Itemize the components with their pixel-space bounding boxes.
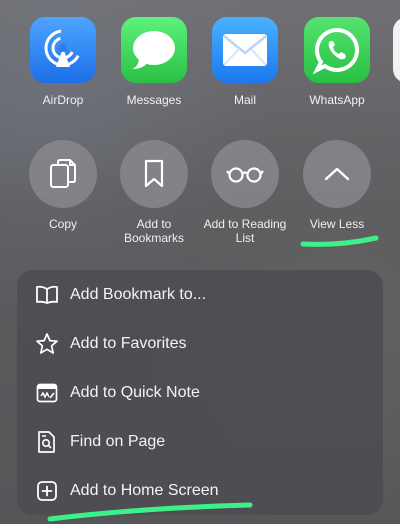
share-targets-row: AirDrop Messages Mail WhatsApp <box>0 0 400 120</box>
menu-item-add-to-favorites[interactable]: Add to Favorites <box>17 319 383 368</box>
action-add-to-bookmarks[interactable]: Add to Bookmarks <box>109 140 199 245</box>
share-target-label: WhatsApp <box>309 93 365 107</box>
menu-item-add-bookmark-to[interactable]: Add Bookmark to... <box>17 270 383 319</box>
action-label: Add to Reading List <box>203 217 287 245</box>
menu-item-add-to-quick-note[interactable]: Add to Quick Note <box>17 368 383 417</box>
copy-button[interactable] <box>29 140 97 208</box>
glasses-icon <box>226 167 264 183</box>
find-on-page-icon <box>35 430 59 454</box>
airdrop-icon <box>30 17 96 83</box>
actions-row: Copy Add to Bookmarks Add to Reading Lis… <box>0 140 400 260</box>
share-target-label: AirDrop <box>42 93 84 107</box>
action-label: Copy <box>48 217 77 231</box>
messages-icon <box>121 17 187 83</box>
star-icon <box>35 332 59 356</box>
view-less-button[interactable] <box>303 140 371 208</box>
action-copy[interactable]: Copy <box>18 140 108 231</box>
bookmark-icon <box>144 159 164 188</box>
action-label: Add to Bookmarks <box>123 217 185 245</box>
plus-square-icon <box>35 479 59 503</box>
quick-note-icon <box>35 381 59 405</box>
book-open-icon <box>35 283 59 307</box>
action-label: View Less <box>309 217 365 231</box>
menu-item-label: Find on Page <box>70 432 166 450</box>
next-app-icon-peek[interactable] <box>393 17 400 83</box>
share-target-label: Mail <box>233 93 256 107</box>
add-to-reading-list-button[interactable] <box>211 140 279 208</box>
mail-icon <box>212 17 278 83</box>
share-target-mail[interactable]: Mail <box>212 17 278 107</box>
menu-item-label: Add to Home Screen <box>70 481 219 499</box>
menu-item-label: Add Bookmark to... <box>70 285 207 303</box>
menu-item-add-to-home-screen[interactable]: Add to Home Screen <box>17 466 383 515</box>
actions-menu: Add Bookmark to... Add to Favorites Add … <box>17 270 383 515</box>
add-to-bookmarks-button[interactable] <box>120 140 188 208</box>
share-target-airdrop[interactable]: AirDrop <box>30 17 96 107</box>
action-view-less[interactable]: View Less <box>292 140 382 231</box>
chevron-up-icon <box>324 167 350 181</box>
share-target-whatsapp[interactable]: WhatsApp <box>304 17 370 107</box>
share-target-messages[interactable]: Messages <box>121 17 187 107</box>
menu-item-label: Add to Quick Note <box>70 383 200 401</box>
menu-item-label: Add to Favorites <box>70 334 187 352</box>
action-add-to-reading-list[interactable]: Add to Reading List <box>200 140 290 245</box>
whatsapp-icon <box>304 17 370 83</box>
copy-icon <box>50 159 76 188</box>
share-target-label: Messages <box>126 93 182 107</box>
menu-item-find-on-page[interactable]: Find on Page <box>17 417 383 466</box>
